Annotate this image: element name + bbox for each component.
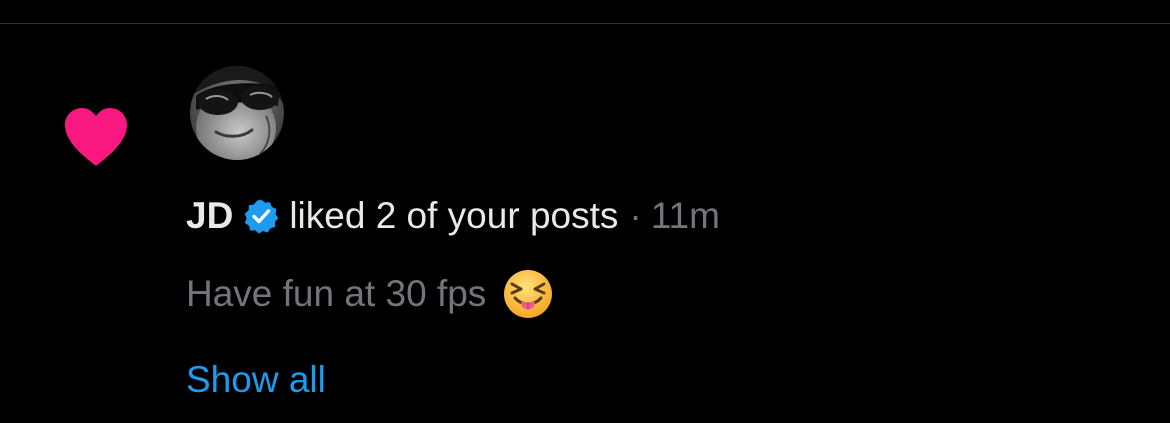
heart-icon <box>65 108 127 166</box>
notification-content: JD liked 2 of your posts · 11m Have fun … <box>186 192 1126 404</box>
post-snippet-text: Have fun at 30 fps <box>186 273 487 314</box>
post-snippet[interactable]: Have fun at 30 fps <box>186 270 1126 318</box>
notification-headline: JD liked 2 of your posts · 11m <box>186 192 1126 240</box>
squinting-face-with-tongue-emoji-icon <box>504 270 553 318</box>
separator-dot: · <box>629 195 642 236</box>
like-notification[interactable]: JD liked 2 of your posts · 11m Have fun … <box>0 24 1170 423</box>
avatar-image <box>190 66 284 160</box>
notification-action: liked 2 of your posts <box>289 195 619 236</box>
avatar[interactable] <box>190 66 284 160</box>
timestamp: 11m <box>650 195 720 236</box>
show-all-link[interactable]: Show all <box>186 356 326 404</box>
username[interactable]: JD <box>186 192 233 240</box>
verified-badge-icon <box>245 199 279 234</box>
